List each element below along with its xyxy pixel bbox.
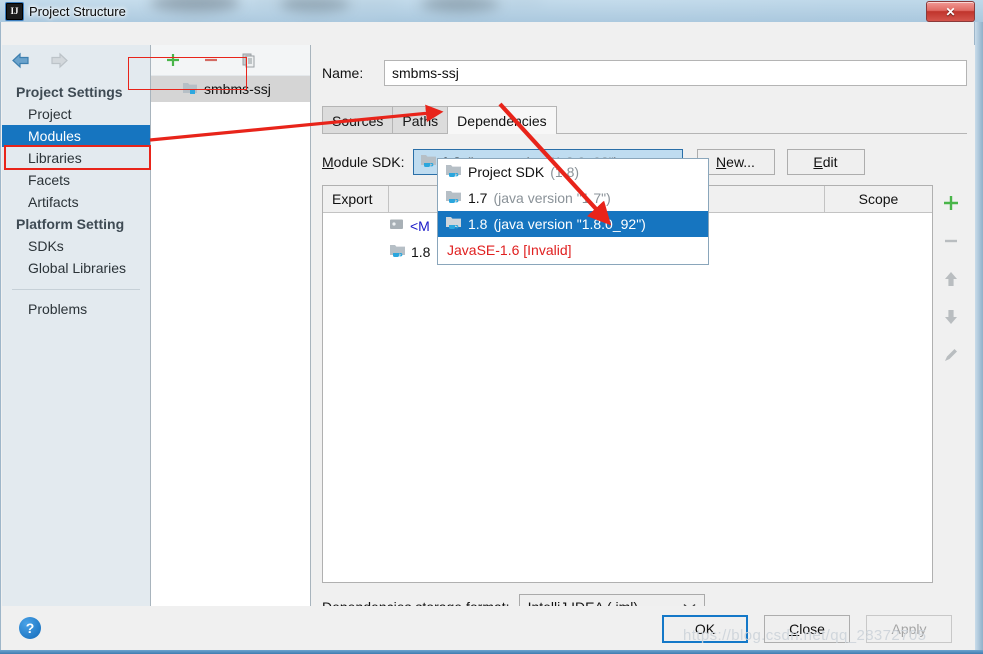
name-input[interactable]: smbms-ssj xyxy=(384,60,967,86)
dropdown-option-name: 1.8 xyxy=(468,216,488,232)
dialog-footer: ? OK Close Apply xyxy=(2,606,975,652)
window-title: Project Structure xyxy=(29,3,126,19)
close-dialog-button[interactable]: Close xyxy=(764,615,850,643)
table-row-label: 1.8 xyxy=(411,244,431,260)
module-sdk-label-rest: odule SDK: xyxy=(333,154,405,170)
sidebar-group-platform-setting: Platform Setting xyxy=(16,216,125,232)
sdk-icon xyxy=(445,216,462,233)
tab-sources[interactable]: Sources xyxy=(322,106,394,134)
dropdown-option-version: (java version "1.8.0_92") xyxy=(493,216,646,232)
ok-button[interactable]: OK xyxy=(662,615,748,643)
sidebar-item-sdks[interactable]: SDKs xyxy=(2,235,150,257)
close-icon[interactable]: ✕ xyxy=(926,1,975,22)
edit-sdk-button[interactable]: Edit xyxy=(786,149,865,175)
tab-paths[interactable]: Paths xyxy=(392,106,449,134)
settings-sidebar: Project Settings Project Modules Librari… xyxy=(2,45,151,628)
help-icon[interactable]: ? xyxy=(19,617,41,639)
dropdown-option-1-7[interactable]: 1.7 (java version "1.7") xyxy=(438,185,708,211)
sidebar-item-libraries[interactable]: Libraries xyxy=(2,147,150,169)
table-row-label: <M xyxy=(410,218,430,234)
intellij-idea-icon: IJ xyxy=(6,2,23,20)
dependencies-side-toolbar xyxy=(934,185,967,589)
plus-icon[interactable] xyxy=(164,51,182,69)
dialog-frame: Project Settings Project Modules Librari… xyxy=(0,22,975,654)
sdk-icon xyxy=(420,154,437,171)
sdk-icon xyxy=(389,244,406,261)
arrow-up-icon xyxy=(939,267,963,291)
forward-arrow-icon xyxy=(47,52,69,69)
dropdown-option-version: (java version "1.7") xyxy=(493,190,611,206)
sidebar-navigation xyxy=(2,45,150,75)
title-bar: IJ Project Structure ✕ xyxy=(0,0,983,22)
back-arrow-icon[interactable] xyxy=(11,52,33,69)
dropdown-option-javase-1-6[interactable]: JavaSE-1.6 [Invalid] xyxy=(438,237,708,263)
name-label: Name: xyxy=(322,65,364,81)
module-settings-panel: Name: smbms-ssj Sources Paths Dependenci… xyxy=(312,45,975,628)
column-header-export[interactable]: Export xyxy=(323,186,389,212)
module-tabs: Sources Paths Dependencies xyxy=(322,104,557,134)
copy-icon[interactable] xyxy=(240,51,258,69)
sidebar-item-list: Project Settings Project Modules Librari… xyxy=(2,75,150,320)
dropdown-option-name: Project SDK xyxy=(468,164,545,180)
taskbar-edge xyxy=(0,650,983,654)
arrow-down-icon xyxy=(939,305,963,329)
tab-dependencies[interactable]: Dependencies xyxy=(447,106,557,134)
module-list-item[interactable]: smbms-ssj xyxy=(151,76,310,102)
module-name-label: smbms-ssj xyxy=(204,81,271,97)
minus-icon[interactable] xyxy=(202,51,220,69)
module-sdk-dropdown-list[interactable]: Project SDK (1.8) 1.7 (java version "1.7… xyxy=(437,158,709,265)
minus-icon xyxy=(939,229,963,253)
apply-button: Apply xyxy=(866,615,952,643)
module-name-row: Name: smbms-ssj xyxy=(322,59,967,87)
sidebar-item-modules[interactable]: Modules xyxy=(2,125,150,147)
module-toolbar xyxy=(151,45,310,76)
sidebar-group-project-settings: Project Settings xyxy=(16,84,123,100)
dropdown-option-1-8[interactable]: 1.8 (java version "1.8.0_92") xyxy=(438,211,708,237)
sidebar-item-facets[interactable]: Facets xyxy=(2,169,150,191)
module-list-panel: smbms-ssj xyxy=(151,45,311,628)
dropdown-option-name: 1.7 xyxy=(468,190,488,206)
project-structure-window: IJ Project Structure ✕ Project Settings … xyxy=(0,0,983,654)
dropdown-option-project-sdk[interactable]: Project SDK (1.8) xyxy=(438,159,708,185)
sidebar-item-project[interactable]: Project xyxy=(2,103,150,125)
dropdown-option-version: (1.8) xyxy=(550,164,580,180)
plus-icon[interactable] xyxy=(939,191,963,215)
sidebar-item-global-libraries[interactable]: Global Libraries xyxy=(2,257,150,279)
sidebar-item-artifacts[interactable]: Artifacts xyxy=(2,191,150,213)
module-source-icon xyxy=(389,218,405,234)
edit-pencil-icon xyxy=(939,343,963,367)
sdk-icon xyxy=(445,164,462,181)
module-folder-icon xyxy=(182,81,198,98)
column-header-scope[interactable]: Scope xyxy=(825,186,932,212)
sdk-icon xyxy=(445,190,462,207)
window-right-edge xyxy=(975,22,983,654)
sidebar-item-problems[interactable]: Problems xyxy=(2,298,150,320)
tabs-underline xyxy=(322,133,967,134)
sidebar-divider xyxy=(12,289,140,290)
module-sdk-label: Module SDK: xyxy=(322,154,405,170)
